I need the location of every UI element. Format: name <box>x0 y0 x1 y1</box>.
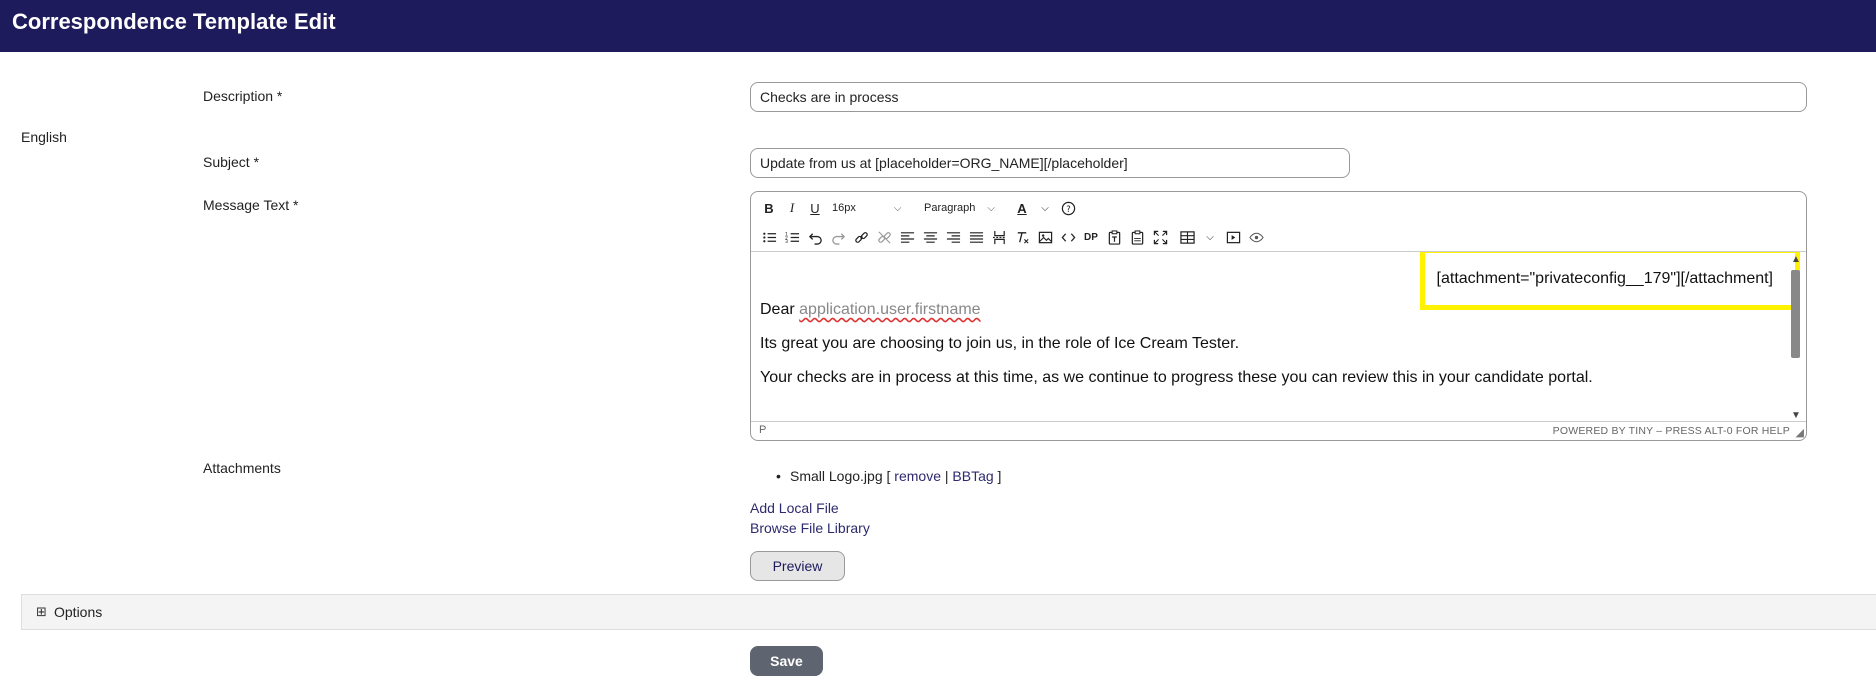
bracket-close: ] <box>997 468 1002 484</box>
align-right-icon[interactable] <box>943 226 963 248</box>
page-header: Correspondence Template Edit <box>0 0 1876 52</box>
attachment-tag-highlight: [attachment="privateconfig__179"][/attac… <box>1420 252 1800 310</box>
message-paragraph-3: Your checks are in process at this time,… <box>760 369 1593 386</box>
scroll-up-arrow-icon[interactable]: ▲ <box>1791 254 1801 265</box>
fullscreen-icon[interactable] <box>1150 226 1170 248</box>
attachment-filename: Small Logo.jpg <box>790 468 883 484</box>
preview-button[interactable]: Preview <box>750 551 845 581</box>
subject-label: Subject * <box>203 154 260 170</box>
firstname-placeholder: application.user.firstname <box>799 301 981 318</box>
bbtag-link[interactable]: BBTag <box>952 468 993 484</box>
bullet-list-icon[interactable] <box>759 226 779 248</box>
page-title: Correspondence Template Edit <box>12 9 336 34</box>
chevron-down-icon: ⌵ <box>893 202 902 214</box>
table-icon[interactable] <box>1177 226 1197 248</box>
attachment-tag-text: [attachment="privateconfig__179"][/attac… <box>1436 270 1773 287</box>
scroll-thumb[interactable] <box>1791 270 1800 358</box>
element-path[interactable]: P <box>759 424 766 436</box>
rich-text-editor: B I U 16px ⌵ Paragraph ⌵ A ⌵ ? 123 DP ⌵ … <box>750 191 1807 441</box>
editor-toolbar-row-1: B I U 16px ⌵ Paragraph ⌵ A ⌵ ? <box>759 196 1081 220</box>
expand-plus-icon: ⊞ <box>36 604 47 619</box>
chevron-down-icon[interactable]: ⌵ <box>1200 226 1220 248</box>
editor-statusbar: P POWERED BY TINY – PRESS ALT-0 FOR HELP… <box>751 421 1806 440</box>
numbered-list-icon[interactable]: 123 <box>782 226 802 248</box>
options-panel-toggle[interactable]: ⊞ Options <box>21 594 1876 630</box>
separator: | <box>944 468 949 484</box>
source-code-icon[interactable] <box>1058 226 1078 248</box>
block-format-select[interactable]: Paragraph ⌵ <box>924 197 1012 219</box>
page-break-icon[interactable] <box>989 226 1009 248</box>
align-left-icon[interactable] <box>897 226 917 248</box>
align-justify-icon[interactable] <box>966 226 986 248</box>
save-button[interactable]: Save <box>750 646 823 676</box>
unlink-icon[interactable] <box>874 226 894 248</box>
browse-file-library-link[interactable]: Browse File Library <box>750 520 870 536</box>
link-icon[interactable] <box>851 226 871 248</box>
message-paragraph-2: Its great you are choosing to join us, i… <box>760 335 1240 352</box>
scroll-down-arrow-icon[interactable]: ▼ <box>1791 410 1801 421</box>
subject-input[interactable]: Update from us at [placeholder=ORG_NAME]… <box>750 148 1350 178</box>
attachments-label: Attachments <box>203 460 281 476</box>
svg-text:3: 3 <box>785 239 788 245</box>
greeting-prefix: Dear <box>760 301 795 318</box>
add-local-file-link[interactable]: Add Local File <box>750 500 839 516</box>
block-format-value: Paragraph <box>924 202 976 214</box>
underline-button[interactable]: U <box>805 197 825 219</box>
greeting-paragraph: Dear application.user.firstname <box>760 301 981 319</box>
italic-button[interactable]: I <box>782 197 802 219</box>
text-color-icon[interactable]: A <box>1012 197 1032 219</box>
font-size-value: 16px <box>832 202 856 214</box>
editor-content-area[interactable]: [attachment="privateconfig__179"][/attac… <box>751 251 1806 422</box>
help-icon[interactable]: ? <box>1058 197 1078 219</box>
resize-handle-icon[interactable]: ◢ <box>1796 426 1804 439</box>
paste-clipboard-icon[interactable] <box>1127 226 1147 248</box>
editor-scrollbar[interactable]: ▲ ▼ <box>1790 252 1802 422</box>
bracket-open: [ <box>886 468 891 484</box>
clear-formatting-icon[interactable] <box>1012 226 1032 248</box>
description-label: Description * <box>203 88 283 104</box>
chevron-down-icon: ⌵ <box>987 202 995 214</box>
attachment-list: • Small Logo.jpg [ remove | BBTag ] <box>776 468 1002 484</box>
font-size-select[interactable]: 16px ⌵ <box>832 197 924 219</box>
dp-button[interactable]: DP <box>1081 226 1101 248</box>
align-center-icon[interactable] <box>920 226 940 248</box>
editor-toolbar-row-2: 123 DP ⌵ <box>759 225 1269 249</box>
description-input[interactable]: Checks are in process <box>750 82 1807 112</box>
chevron-down-icon[interactable]: ⌵ <box>1035 197 1055 219</box>
bold-button[interactable]: B <box>759 197 779 219</box>
paste-text-icon[interactable] <box>1104 226 1124 248</box>
remove-attachment-link[interactable]: remove <box>894 468 941 484</box>
media-icon[interactable] <box>1223 226 1243 248</box>
options-label: Options <box>54 604 103 620</box>
insert-image-icon[interactable] <box>1035 226 1055 248</box>
undo-icon[interactable] <box>805 226 825 248</box>
bullet-icon: • <box>776 468 781 484</box>
language-label: English <box>21 129 67 145</box>
svg-text:?: ? <box>1066 203 1070 213</box>
list-item: • Small Logo.jpg [ remove | BBTag ] <box>776 468 1002 484</box>
message-text-label: Message Text * <box>203 197 299 213</box>
tiny-branding[interactable]: POWERED BY TINY – PRESS ALT-0 FOR HELP <box>1553 425 1790 437</box>
preview-eye-icon[interactable] <box>1246 226 1266 248</box>
redo-icon[interactable] <box>828 226 848 248</box>
